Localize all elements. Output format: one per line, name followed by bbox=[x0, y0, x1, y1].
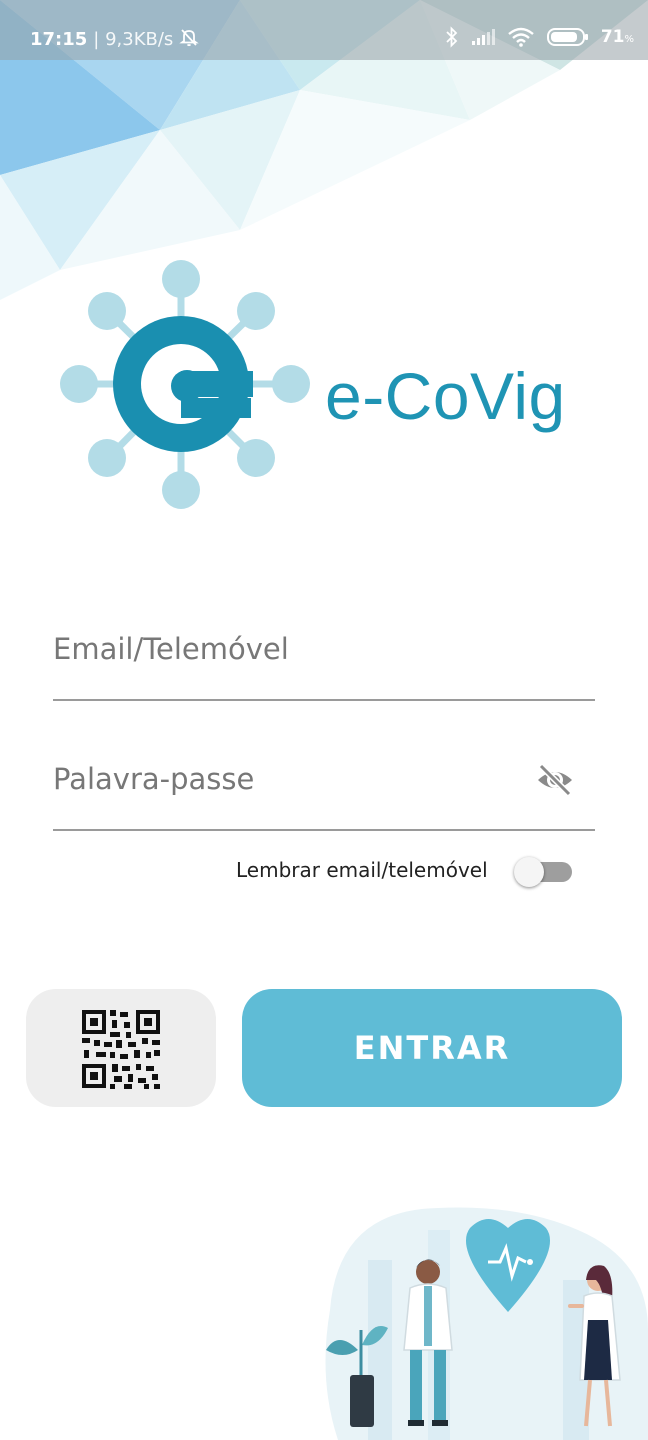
toggle-thumb bbox=[514, 857, 544, 887]
email-field-container bbox=[53, 610, 595, 701]
network-speed: | 9,3KB/s bbox=[93, 29, 174, 50]
eye-off-icon[interactable] bbox=[535, 762, 575, 798]
battery-icon bbox=[546, 27, 589, 47]
bell-off-icon bbox=[179, 27, 200, 52]
qr-scan-button[interactable] bbox=[26, 989, 216, 1107]
doctors-illustration bbox=[325, 1207, 648, 1440]
wifi-icon bbox=[507, 27, 535, 47]
signal-icon bbox=[471, 28, 495, 46]
remember-toggle[interactable] bbox=[514, 857, 574, 887]
enter-button[interactable]: ENTRAR bbox=[242, 989, 622, 1107]
password-field-container bbox=[53, 740, 595, 831]
remember-label: Lembrar email/telemóvel bbox=[236, 858, 488, 882]
qr-code-icon bbox=[82, 1010, 160, 1089]
status-time: 17:15 bbox=[30, 29, 88, 50]
email-input[interactable] bbox=[53, 624, 523, 674]
status-bar: 17:15 | 9,3KB/s 71% bbox=[0, 0, 648, 60]
bluetooth-icon bbox=[445, 26, 459, 48]
battery-percent: 71% bbox=[600, 27, 634, 47]
app-name: e-CoVig bbox=[325, 359, 566, 433]
remember-row: Lembrar email/telemóvel bbox=[236, 852, 576, 888]
password-input[interactable] bbox=[53, 754, 523, 804]
